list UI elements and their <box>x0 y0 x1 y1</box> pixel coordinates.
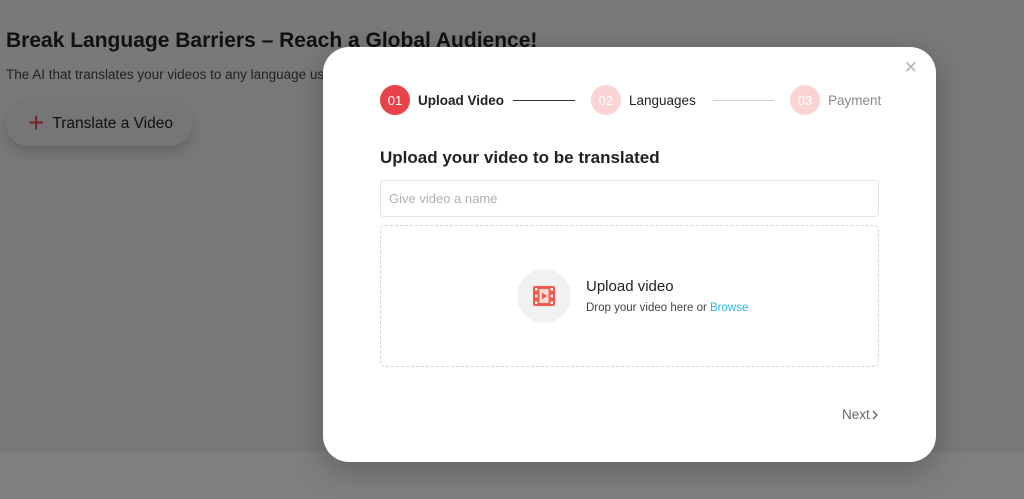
step-number: 02 <box>591 85 621 115</box>
video-dropzone[interactable]: Upload video Drop your video here or Bro… <box>380 225 879 367</box>
next-label: Next <box>842 407 870 422</box>
stepper: 01 Upload Video 02 Languages 03 Payment <box>380 85 881 115</box>
step-languages[interactable]: 02 Languages <box>591 85 696 115</box>
upload-modal: ✕ 01 Upload Video 02 Languages 03 Paymen… <box>323 47 936 462</box>
step-label: Payment <box>828 92 882 108</box>
chevron-right-icon <box>872 410 878 419</box>
dropzone-subtitle: Drop your video here or Browse <box>586 302 748 314</box>
step-payment[interactable]: 03 Payment <box>790 85 881 115</box>
dropzone-hint: Drop your video here or <box>586 302 707 314</box>
video-name-input[interactable] <box>380 180 879 217</box>
step-number: 01 <box>380 85 410 115</box>
dropzone-title: Upload video <box>586 278 674 295</box>
step-upload-video[interactable]: 01 Upload Video <box>380 85 504 115</box>
step-connector <box>513 100 575 101</box>
step-connector <box>713 100 774 101</box>
step-label: Languages <box>629 92 696 108</box>
browse-link[interactable]: Browse <box>710 302 748 314</box>
next-button[interactable]: Next <box>842 407 879 422</box>
close-icon[interactable]: ✕ <box>904 59 918 76</box>
modal-heading: Upload your video to be translated <box>380 148 660 167</box>
video-file-icon <box>517 269 571 323</box>
step-number: 03 <box>790 85 820 115</box>
step-label: Upload Video <box>418 92 505 108</box>
